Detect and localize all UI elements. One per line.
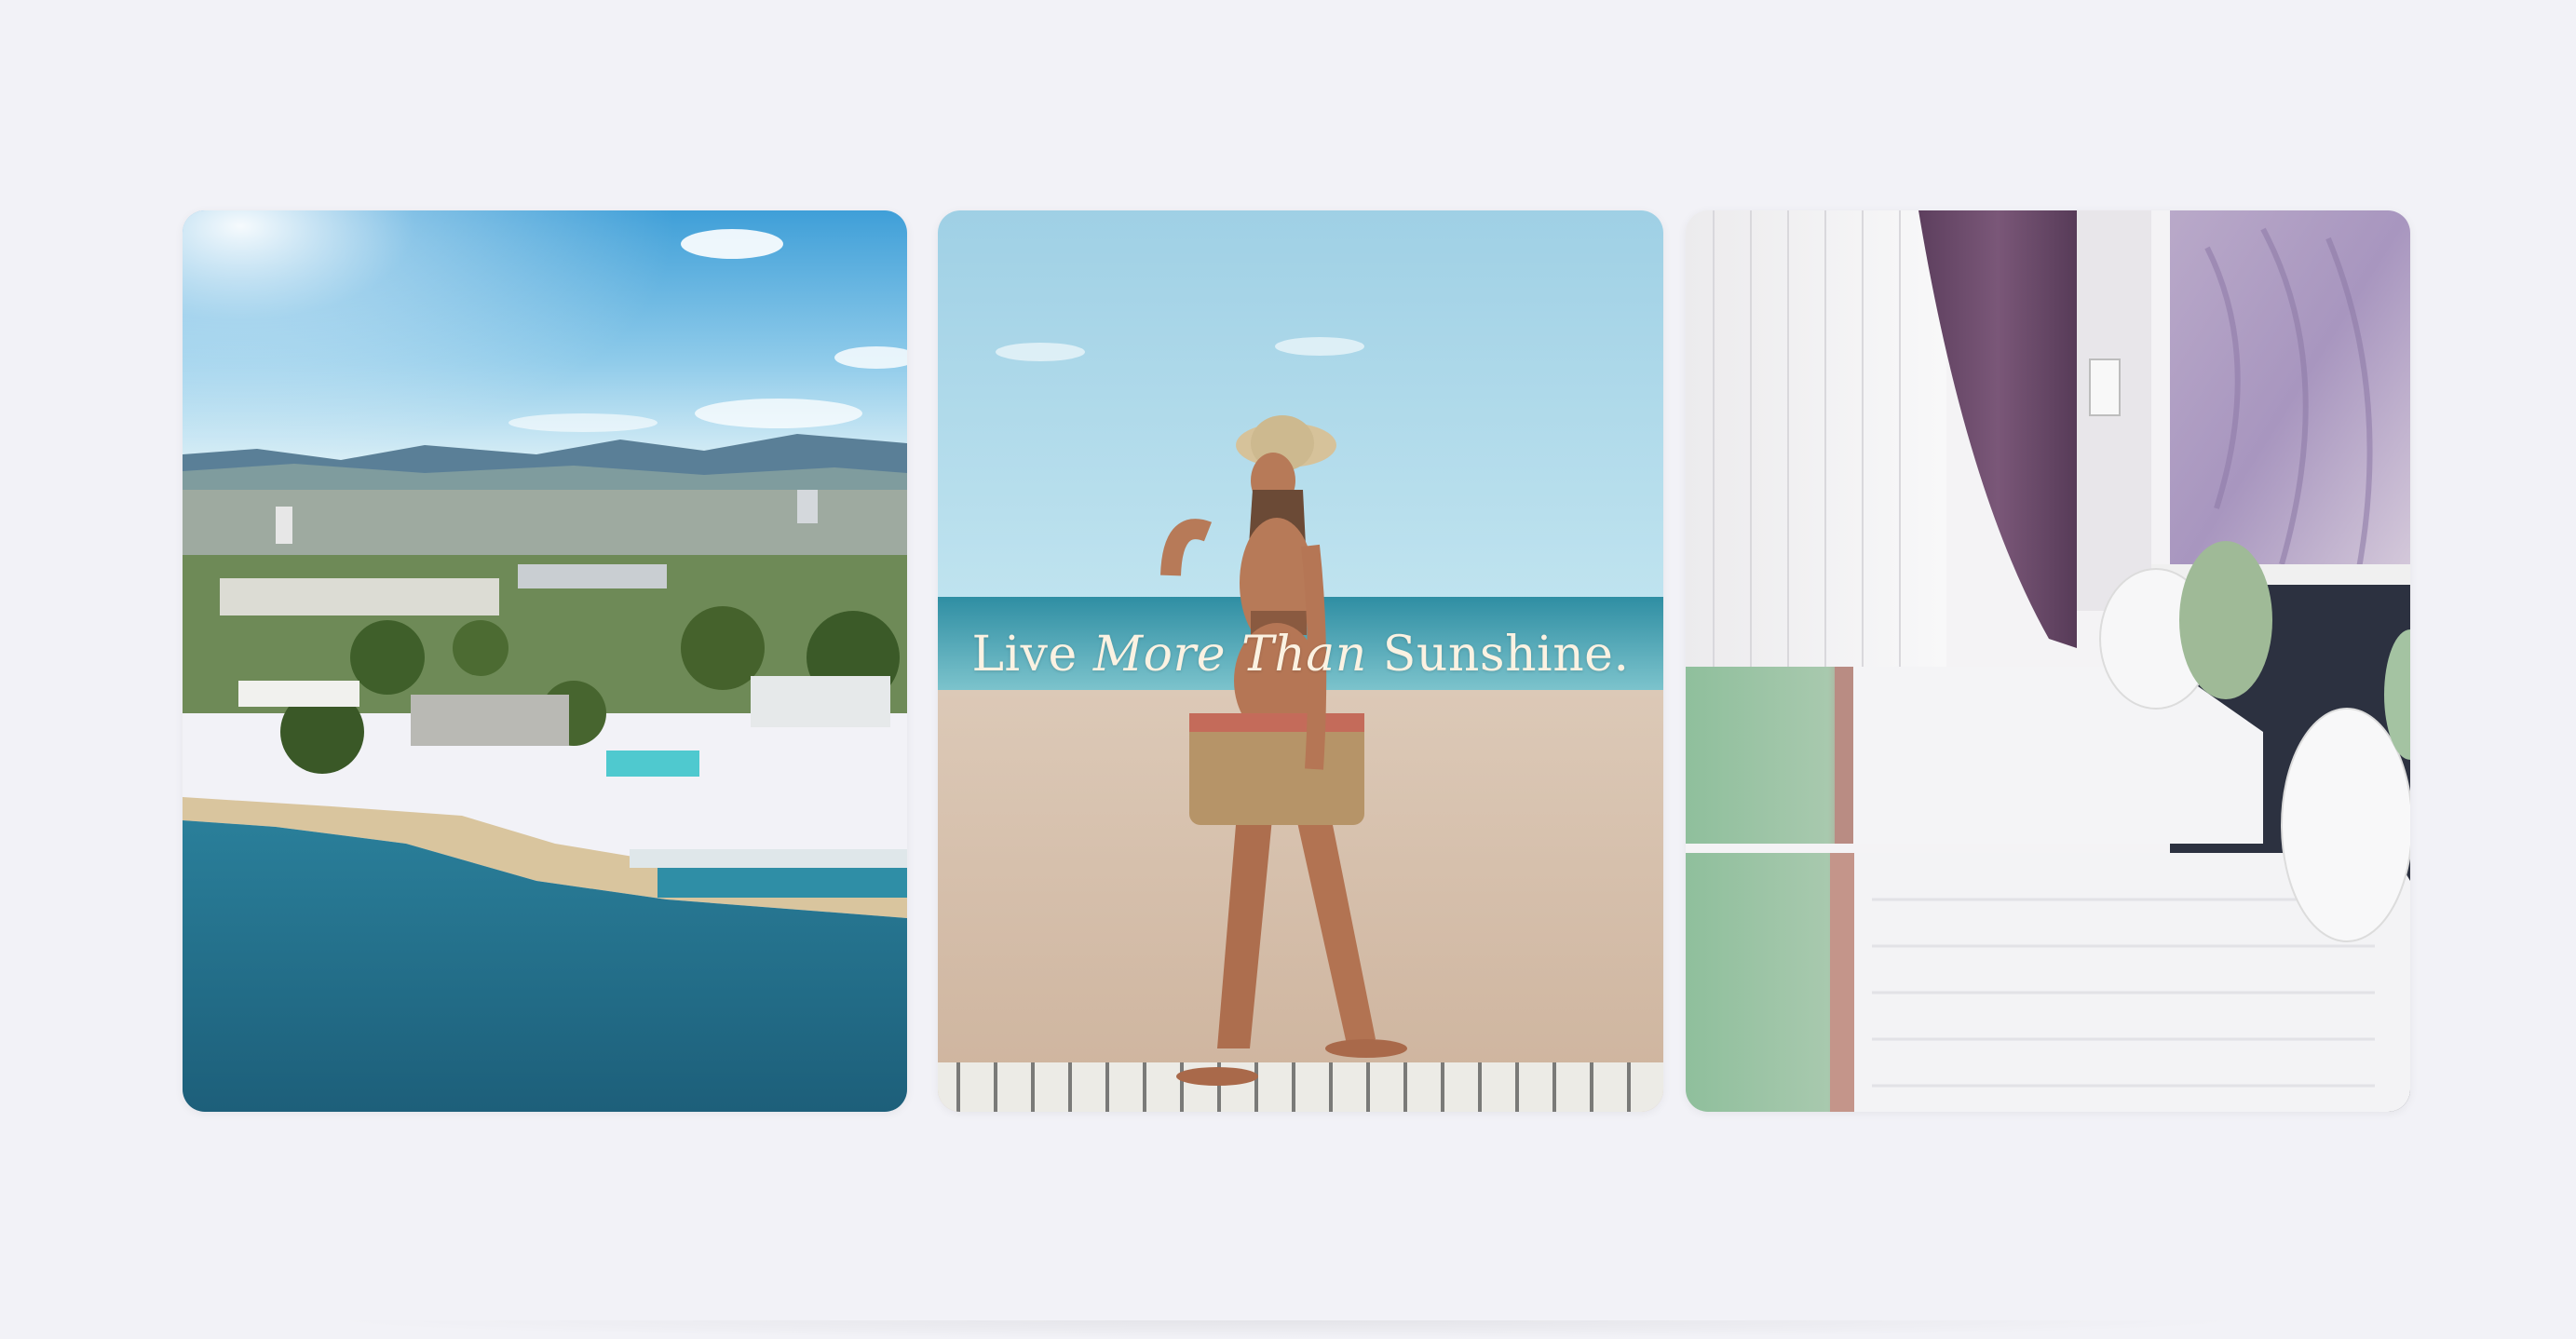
tagline-part-than: Than [1241, 627, 1367, 683]
tagline-part-more: More [1092, 627, 1227, 683]
hotel-room-image [1686, 210, 2410, 1112]
tagline-part-sunshine: Sunshine. [1366, 627, 1630, 683]
page-bottom-shadow [307, 1320, 2269, 1339]
gallery-card-beach[interactable]: Live More Than Sunshine. [938, 210, 1663, 1112]
tagline-part-live: Live [971, 627, 1093, 683]
tagline-space [1226, 627, 1241, 683]
image-gallery: Live More Than Sunshine. [183, 210, 2410, 1112]
aerial-resort-image [183, 210, 907, 1112]
gallery-card-resort[interactable] [183, 210, 907, 1112]
gallery-card-room[interactable] [1686, 210, 2410, 1112]
tagline-live-more-than-sunshine: Live More Than Sunshine. [938, 627, 1663, 683]
